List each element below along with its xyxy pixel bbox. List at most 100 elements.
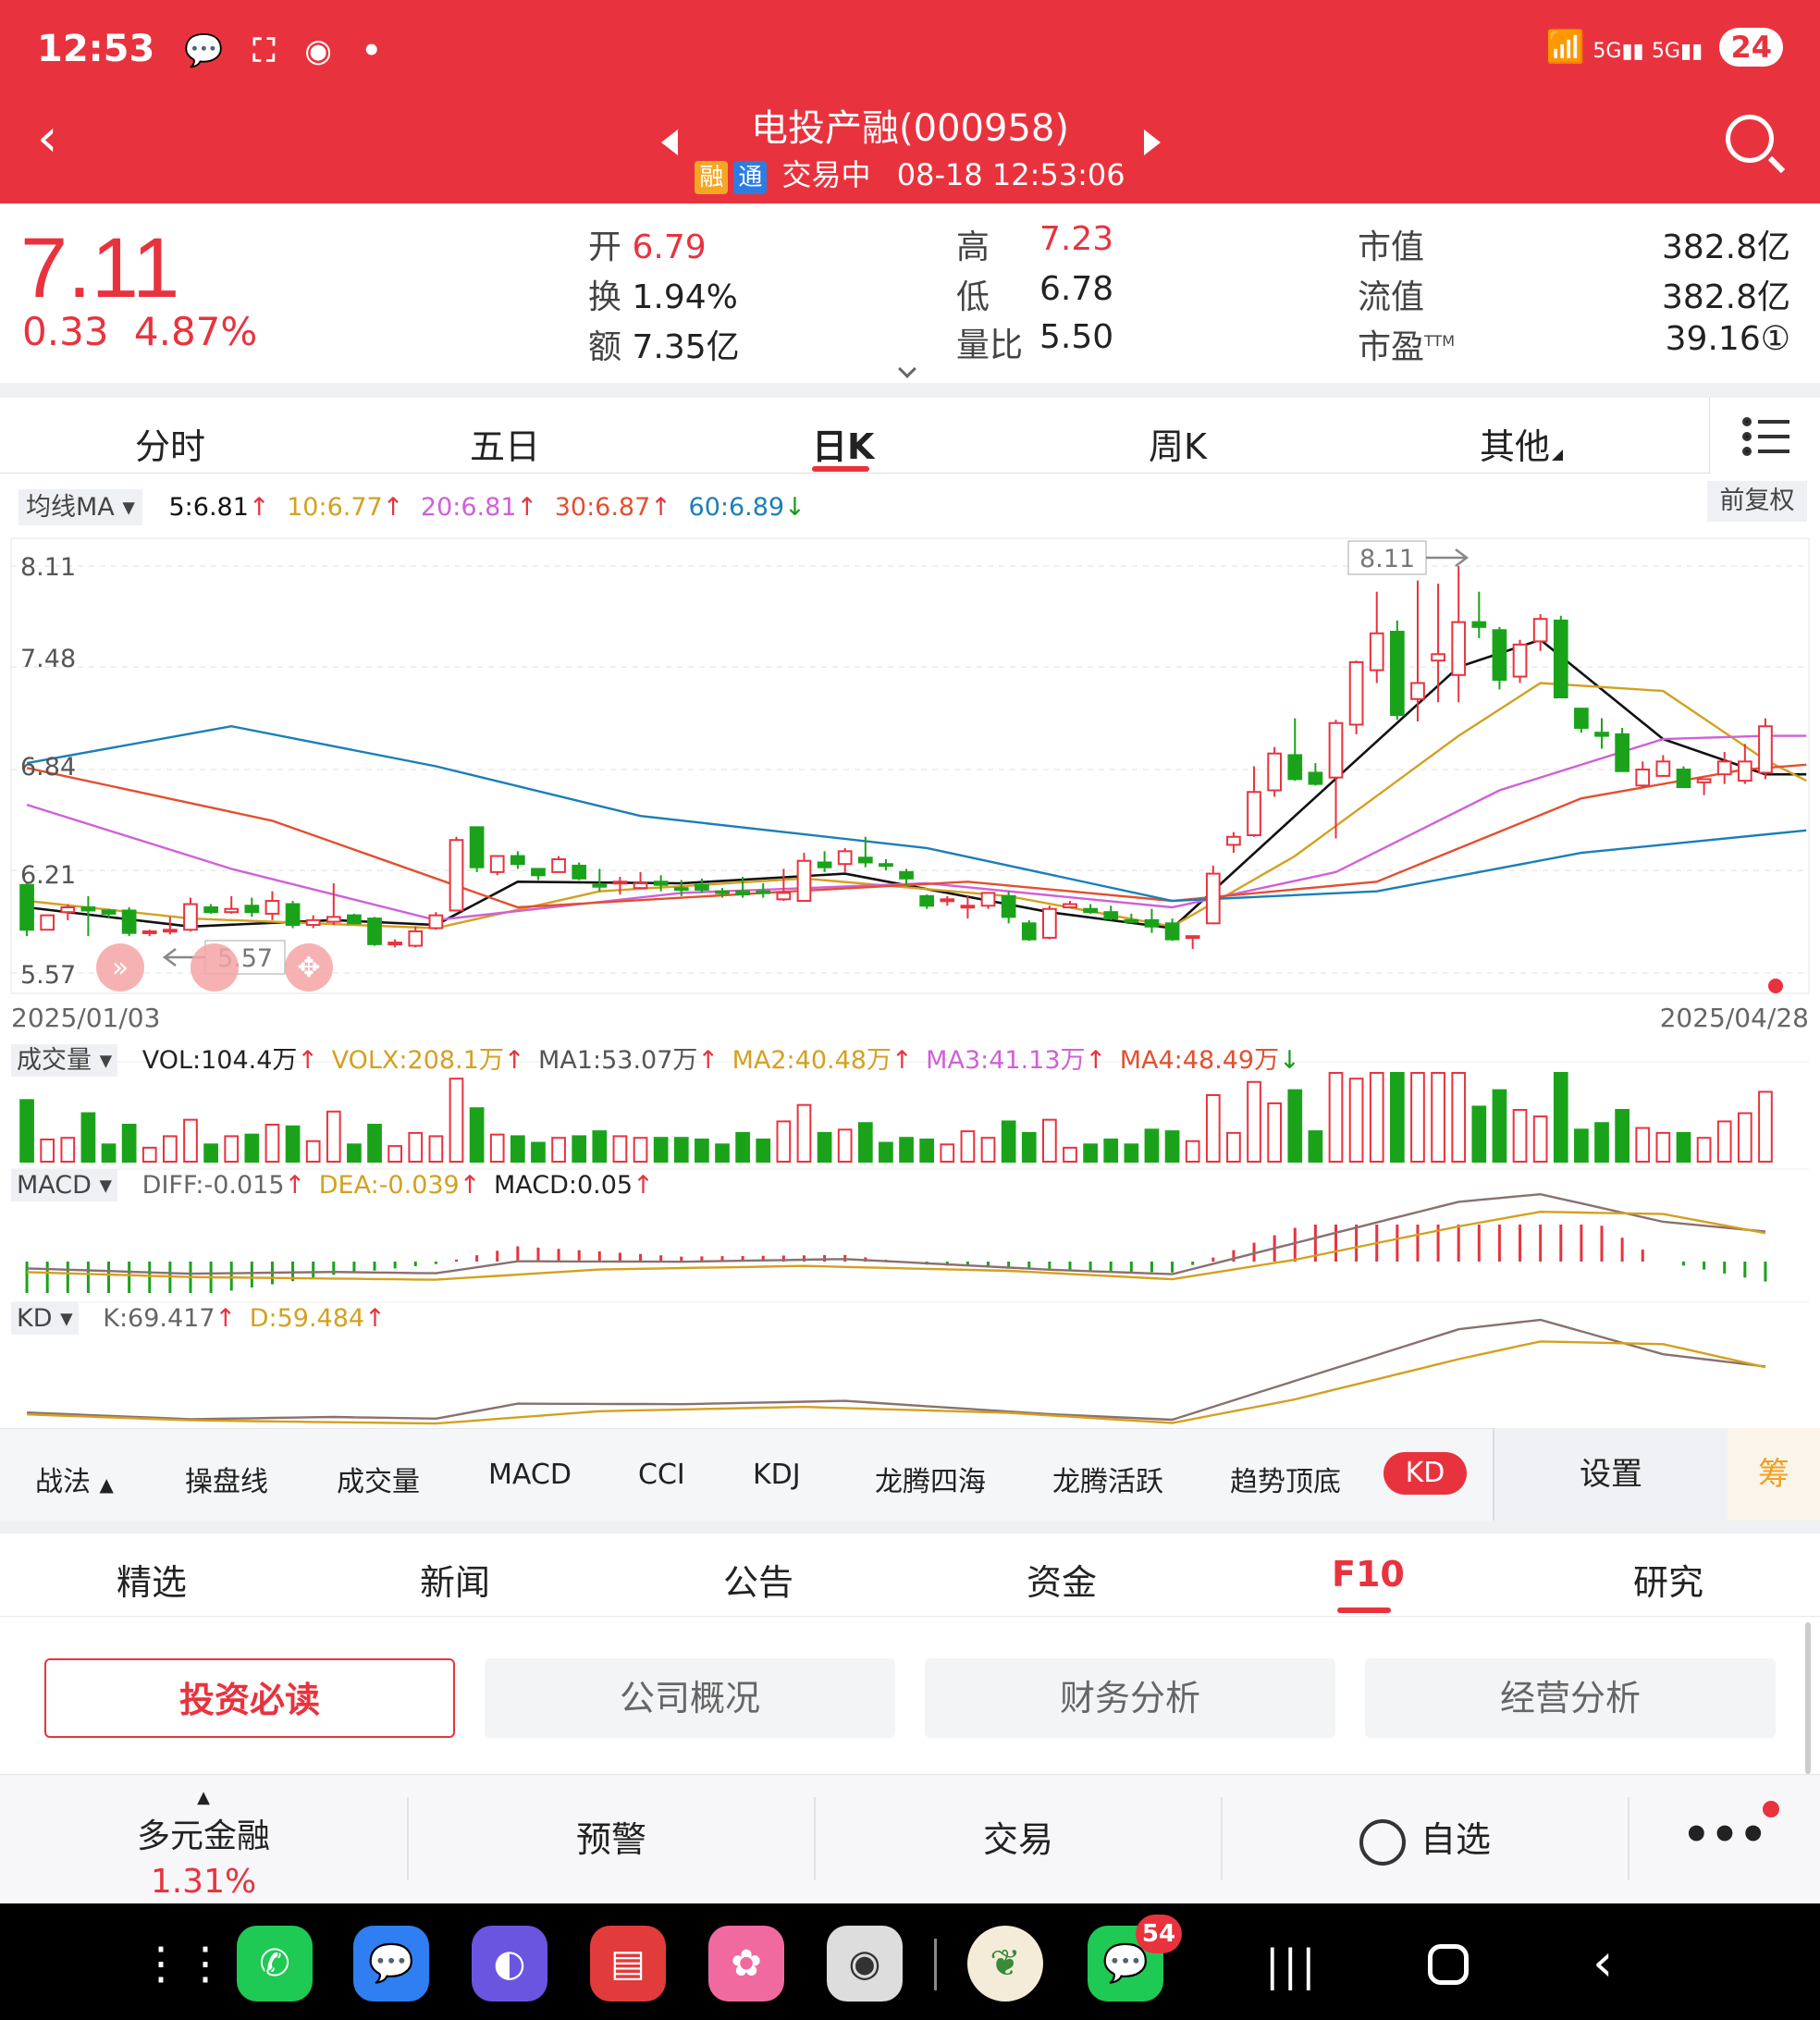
fq-button[interactable]: 前复权 <box>1707 481 1807 522</box>
candle-body <box>1144 918 1160 928</box>
up-arrow-icon: ↑ <box>503 1046 525 1075</box>
price-change: 0.33 4.87% <box>22 309 257 354</box>
volume-dropdown[interactable]: 成交量 ▾ <box>11 1044 118 1077</box>
tab-daily-k[interactable]: 日K <box>812 418 874 469</box>
trade-button[interactable]: 交易 <box>816 1775 1221 1904</box>
indicator-longteng-huoyue[interactable]: 龙腾活跃 <box>1052 1459 1163 1499</box>
home-icon[interactable] <box>1428 1944 1469 1985</box>
candle-body <box>1164 922 1180 941</box>
candle-body <box>1758 725 1773 774</box>
indicator-kd[interactable]: KD <box>1383 1452 1467 1495</box>
indicator-caopanxian[interactable]: 操盘线 <box>185 1459 268 1499</box>
chart-frame <box>10 537 1810 994</box>
candle-body <box>1247 791 1261 837</box>
sector-button[interactable]: ▲ 多元金融 1.31% <box>0 1775 407 1904</box>
candle-body <box>1267 752 1283 792</box>
apps-grid-icon[interactable]: ⋮⋮ <box>139 1926 228 2002</box>
ma-dropdown[interactable]: 均线MA ▾ <box>18 489 142 525</box>
tab-research[interactable]: 研究 <box>1633 1554 1703 1605</box>
candle <box>879 859 893 871</box>
alert-button[interactable]: 预警 <box>409 1775 814 1904</box>
candle-body <box>80 905 96 912</box>
tab-five-day[interactable]: 五日 <box>470 418 540 469</box>
notify-dot <box>1768 979 1783 993</box>
indicator-macd[interactable]: MACD <box>488 1459 572 1491</box>
candle-body <box>695 883 709 891</box>
up-arrow-icon: ↑ <box>364 1304 386 1333</box>
date-start: 2025/01/03 <box>11 1003 160 1033</box>
gallery-app-icon[interactable]: ✿ <box>708 1926 784 2002</box>
more-icon[interactable]: ••• <box>1629 1775 1820 1904</box>
indicator-trend-topbottom[interactable]: 趋势顶底 <box>1230 1459 1341 1499</box>
indicator-kdj[interactable]: KDJ <box>753 1459 801 1491</box>
indicator-volume[interactable]: 成交量 <box>337 1459 420 1499</box>
candle <box>1492 626 1507 690</box>
open-label: 开 <box>588 228 622 266</box>
kd-legend: KD ▾ K:69.417↑ D:59.484↑ <box>11 1302 386 1335</box>
browser-app-icon[interactable]: ◐ <box>472 1926 547 2002</box>
tab-featured[interactable]: 精选 <box>117 1554 187 1605</box>
nav-back-icon[interactable]: ‹ <box>1592 1933 1613 1993</box>
kd-dropdown[interactable]: KD ▾ <box>11 1302 79 1335</box>
scrollbar[interactable] <box>1805 1622 1811 1774</box>
f10-financial-analysis[interactable]: 财务分析 <box>925 1658 1335 1738</box>
candle-body <box>1205 872 1221 925</box>
connect-tag: 通 <box>733 161 768 194</box>
tab-funds[interactable]: 资金 <box>1027 1554 1097 1605</box>
candle <box>796 853 812 903</box>
phone-app-icon[interactable]: ✆ <box>237 1926 313 2002</box>
watchlist-button[interactable]: 自选 <box>1223 1775 1628 1904</box>
candle <box>1389 620 1405 721</box>
tab-announcements[interactable]: 公告 <box>723 1554 793 1605</box>
candle-body <box>305 918 321 927</box>
f10-business-analysis[interactable]: 经营分析 <box>1365 1658 1776 1738</box>
camera-app-icon[interactable]: ◉ <box>827 1926 903 2002</box>
candle <box>1532 613 1548 651</box>
indicator-cci[interactable]: CCI <box>638 1459 685 1491</box>
recent-app-icon[interactable]: ❦ <box>967 1926 1043 2002</box>
stock-subtitle: 融通 交易中 08-18 12:53:06 <box>0 152 1820 194</box>
candle-body <box>183 903 198 931</box>
search-icon[interactable] <box>1726 115 1774 163</box>
tab-news[interactable]: 新闻 <box>420 1554 490 1605</box>
candle-body <box>510 855 525 866</box>
recents-icon[interactable]: ||| <box>1265 1940 1320 1990</box>
candle <box>1287 718 1303 782</box>
copy-chart-icon[interactable] <box>191 943 239 992</box>
up-arrow-icon: ↑ <box>459 1171 481 1200</box>
tab-f10[interactable]: F10 <box>1332 1554 1405 1595</box>
volume-bar <box>387 1145 403 1163</box>
volume-bar <box>244 1133 260 1163</box>
f10-company-profile[interactable]: 公司概况 <box>485 1658 895 1738</box>
expand-chevron-icon[interactable] <box>898 360 916 378</box>
chip-button[interactable]: 筹 <box>1728 1428 1820 1521</box>
volume-bar <box>1431 1072 1445 1163</box>
candle <box>510 851 525 869</box>
candle <box>633 871 648 890</box>
candle-body <box>1348 660 1364 726</box>
up-arrow-icon: ↑ <box>633 1171 654 1200</box>
up-arrow-icon: ↑ <box>297 1046 319 1075</box>
f10-invest-must-read[interactable]: 投资必读 <box>44 1658 455 1738</box>
macd-dropdown[interactable]: MACD ▾ <box>11 1169 118 1201</box>
volume-bar <box>326 1110 341 1164</box>
volume-bar <box>1164 1130 1180 1163</box>
margin-tag: 融 <box>695 161 729 194</box>
indicator-longteng-sihai[interactable]: 龙腾四海 <box>875 1459 986 1499</box>
indicator-zhanfa[interactable]: 战法 ▲ <box>35 1459 114 1499</box>
volume-bar <box>1042 1118 1057 1163</box>
y-label-3: 6.84 <box>20 753 76 782</box>
tab-intraday[interactable]: 分时 <box>135 418 205 469</box>
pe-value[interactable]: 39.16① <box>1666 320 1790 358</box>
candle <box>1185 935 1200 950</box>
messages-app-icon[interactable]: 💬 <box>353 1926 429 2002</box>
notes-app-icon[interactable]: ▤ <box>590 1926 666 2002</box>
volume-bar <box>551 1137 566 1163</box>
tab-other[interactable]: 其他 <box>1480 418 1550 469</box>
settings-button[interactable]: 设置 <box>1493 1428 1728 1521</box>
volume-bar <box>612 1135 628 1164</box>
kline-chart[interactable]: 8.11 7.48 6.84 6.21 5.57 2025/01/03 2025… <box>0 527 1820 1428</box>
candle <box>449 836 464 912</box>
tab-weekly-k[interactable]: 周K <box>1149 418 1207 469</box>
list-menu-icon[interactable] <box>1709 398 1820 474</box>
